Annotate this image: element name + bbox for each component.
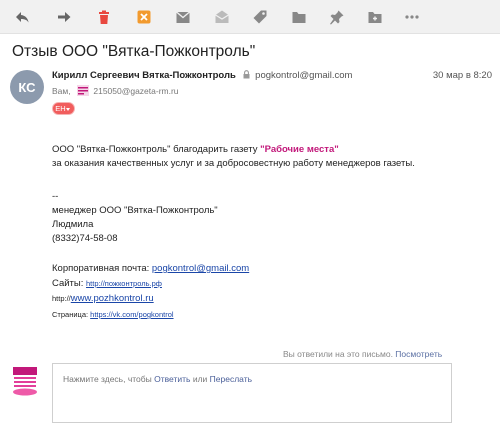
body-line-2: за оказания качественных услуг и за добр… <box>52 158 415 169</box>
reply-button[interactable] <box>12 7 32 27</box>
sender-row: Кирилл Сергеевич Вятка-Пожконтроль pogko… <box>52 70 492 86</box>
vk-page-label: Страница: <box>52 310 91 319</box>
language-label: EH <box>55 104 66 113</box>
quick-reply-box[interactable]: Нажмите здесь, чтобы Ответить или Пересл… <box>52 363 452 423</box>
gazeta-logo-icon <box>76 85 89 96</box>
trash-icon <box>99 10 109 24</box>
tag-icon <box>253 10 267 24</box>
signature-phone: (8332)74-58-08 <box>52 233 118 244</box>
move-folder-button[interactable] <box>365 7 385 27</box>
spam-icon <box>137 10 151 24</box>
newspaper-name: "Рабочие места" <box>260 144 339 155</box>
archive-icon <box>176 11 190 23</box>
mark-unread-icon <box>215 10 229 23</box>
spam-button[interactable] <box>134 7 154 27</box>
gazeta-avatar <box>8 366 42 396</box>
reply-icon <box>16 12 29 23</box>
signature-separator: -- <box>52 191 59 202</box>
more-button[interactable] <box>402 7 422 27</box>
sites-label: Сайты: <box>52 278 87 289</box>
forward-icon <box>58 12 71 22</box>
corporate-mail-link[interactable]: pogkontrol@gmail.com <box>152 263 249 274</box>
pin-icon <box>330 10 344 25</box>
forward-link[interactable]: Переслать <box>210 374 252 384</box>
sender-email[interactable]: pogkontrol@gmail.com <box>255 70 352 81</box>
body-text: ООО "Вятка-Пожконтроль" благодарить газе… <box>52 144 261 155</box>
view-reply-link[interactable]: Посмотреть <box>395 349 442 359</box>
email-date: 30 мар в 8:20 <box>432 70 492 81</box>
recipient-row: Вам, 215050@gazeta-rm.ru <box>52 85 179 96</box>
toolbar <box>0 0 500 34</box>
recipient-email[interactable]: 215050@gazeta-rm.ru <box>93 86 178 96</box>
move-button[interactable] <box>289 7 309 27</box>
http-label: http:// <box>52 294 71 303</box>
replied-text: Вы ответили на это письмо. <box>283 349 396 359</box>
body-line-1: ООО "Вятка-Пожконтроль" благодарить газе… <box>52 144 339 156</box>
corporate-mail-label: Корпоративная почта: <box>52 263 152 274</box>
move-folder-icon <box>368 12 382 23</box>
signature-title: менеджер ООО "Вятка-Пожконтроль" <box>52 205 218 216</box>
reply-prompt-prefix: Нажмите здесь, чтобы <box>63 374 155 384</box>
more-icon <box>405 15 419 19</box>
signature-name: Людмила <box>52 219 94 230</box>
pin-button[interactable] <box>327 7 347 27</box>
reply-link[interactable]: Ответить <box>154 374 190 384</box>
replied-notice: Вы ответили на это письмо. Посмотреть <box>283 349 442 359</box>
sites-link[interactable]: http://пожконтроль.рф <box>86 279 162 288</box>
corporate-mail-row: Корпоративная почта: pogkontrol@gmail.co… <box>52 263 249 275</box>
sender-name[interactable]: Кирилл Сергеевич Вятка-Пожконтроль <box>52 70 236 81</box>
mark-unread-button[interactable] <box>212 7 232 27</box>
email-subject: Отзыв ООО "Вятка-Пожконтроль" <box>12 43 256 60</box>
vk-page-link[interactable]: https://vk.com/pogkontrol <box>90 310 173 319</box>
to-label: Вам, <box>52 86 71 96</box>
folder-icon <box>292 12 306 23</box>
sites-row: Сайты: http://пожконтроль.рф <box>52 278 162 290</box>
tag-button[interactable] <box>250 7 270 27</box>
forward-button[interactable] <box>54 7 74 27</box>
website-row: http://www.pozhkontrol.ru <box>52 293 154 305</box>
lock-icon <box>243 70 250 82</box>
website-link[interactable]: www.pozhkontrol.ru <box>71 293 154 304</box>
archive-button[interactable] <box>173 7 193 27</box>
reply-or-text: или <box>190 374 210 384</box>
delete-button[interactable] <box>94 7 114 27</box>
language-badge[interactable]: EH <box>52 102 75 115</box>
sender-avatar[interactable]: КС <box>10 70 44 104</box>
vk-page-row: Страница: https://vk.com/pogkontrol <box>52 309 174 321</box>
